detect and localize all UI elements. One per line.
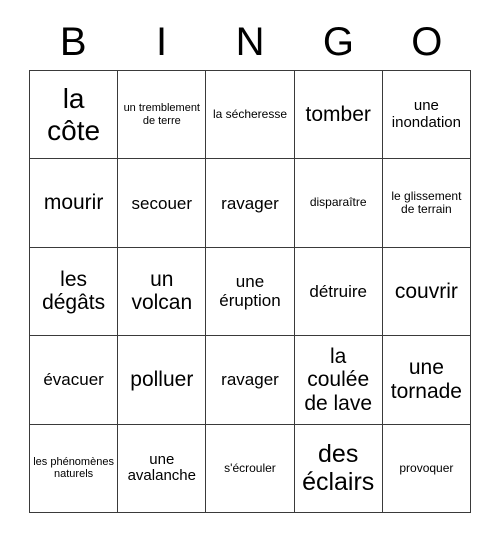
bingo-header-letter-i: I bbox=[156, 20, 168, 64]
bingo-cell-label: couvrir bbox=[394, 279, 458, 303]
bingo-header-letter-b: B bbox=[59, 20, 87, 64]
bingo-cell-label: une inondation bbox=[391, 96, 461, 131]
bingo-card: B I N G O la côte un tremblement de terre la s… bbox=[0, 0, 500, 544]
bingo-cell-label: le glissement de terrain bbox=[391, 188, 462, 217]
bingo-cell-label: des éclairs bbox=[302, 440, 375, 497]
bingo-cell-label: ravager bbox=[221, 193, 279, 213]
bingo-cell-label: disparaître bbox=[309, 195, 367, 210]
bingo-cell-r1c1[interactable]: la côte bbox=[30, 71, 119, 160]
bingo-cell-r5c2[interactable]: une avalanche bbox=[118, 424, 207, 513]
bingo-cell-label: la côte bbox=[47, 83, 101, 146]
bingo-cell-r5c5[interactable]: provoquer bbox=[382, 424, 471, 513]
bingo-cell-r4c5[interactable]: une tornade bbox=[382, 336, 471, 425]
bingo-cell-r4c2[interactable]: polluer bbox=[118, 336, 207, 425]
bingo-cell-r1c4[interactable]: tomber bbox=[294, 71, 383, 160]
bingo-cell-label: une tornade bbox=[390, 356, 462, 403]
bingo-header-letter-o: O bbox=[411, 20, 443, 64]
bingo-cell-r2c3[interactable]: ravager bbox=[206, 159, 295, 248]
bingo-cell-r3c1[interactable]: les dégâts bbox=[30, 247, 119, 337]
bingo-cell-label: ravager bbox=[221, 370, 279, 390]
bingo-cell-r4c1[interactable]: évacuer bbox=[30, 336, 119, 425]
bingo-cell-label: un tremblement de terre bbox=[123, 102, 200, 127]
bingo-cell-label: secouer bbox=[131, 193, 193, 213]
bingo-cell-r5c1[interactable]: les phénomènes naturels bbox=[30, 424, 119, 513]
bingo-cell-r4c3[interactable]: ravager bbox=[206, 336, 295, 425]
bingo-cell-r3c3[interactable]: une éruption bbox=[206, 247, 295, 337]
bingo-cell-label: les phénomènes naturels bbox=[33, 455, 114, 481]
bingo-cell-r2c2[interactable]: secouer bbox=[118, 159, 207, 248]
bingo-cell-label: un volcan bbox=[131, 267, 193, 315]
bingo-cell-label: tomber bbox=[305, 102, 371, 126]
bingo-header-letter-g: G bbox=[322, 20, 354, 64]
bingo-cell-label: provoquer bbox=[399, 460, 454, 475]
bingo-cell-label: les dégâts bbox=[42, 267, 106, 315]
bingo-cell-r3c5[interactable]: couvrir bbox=[382, 247, 471, 337]
bingo-cell-label: la sécheresse bbox=[212, 106, 288, 121]
bingo-header-letter-n: N bbox=[235, 20, 265, 64]
bingo-grid: la côte un tremblement de terre la séchere… bbox=[29, 70, 471, 513]
bingo-cell-label: la coulée de lave bbox=[304, 344, 373, 415]
bingo-cell-r1c3[interactable]: la sécheresse bbox=[206, 71, 295, 160]
bingo-header-row: BINGO bbox=[29, 14, 471, 70]
bingo-cell-r5c3[interactable]: s'écrouler bbox=[206, 424, 295, 513]
bingo-cell-r1c5[interactable]: une inondation bbox=[382, 71, 471, 160]
bingo-cell-r1c2[interactable]: un tremblement de terre bbox=[118, 71, 207, 160]
bingo-cell-r3c2[interactable]: un volcan bbox=[118, 247, 207, 337]
bingo-cell-label: une avalanche bbox=[127, 450, 196, 485]
bingo-cell-label: évacuer bbox=[43, 370, 104, 390]
bingo-cell-label: détruire bbox=[309, 281, 368, 301]
bingo-cell-r2c4[interactable]: disparaître bbox=[294, 159, 383, 248]
bingo-cell-r3c4[interactable]: détruire bbox=[294, 247, 383, 337]
bingo-cell-r5c4[interactable]: des éclairs bbox=[294, 424, 383, 513]
bingo-cell-r2c5[interactable]: le glissement de terrain bbox=[382, 159, 471, 248]
bingo-cell-r2c1[interactable]: mourir bbox=[30, 159, 119, 248]
bingo-cell-label: polluer bbox=[130, 368, 194, 392]
bingo-cell-label: mourir bbox=[43, 191, 104, 215]
bingo-cell-label: s'écrouler bbox=[224, 460, 276, 475]
bingo-cell-r4c4[interactable]: la coulée de lave bbox=[294, 336, 383, 425]
bingo-cell-label: une éruption bbox=[219, 272, 281, 311]
